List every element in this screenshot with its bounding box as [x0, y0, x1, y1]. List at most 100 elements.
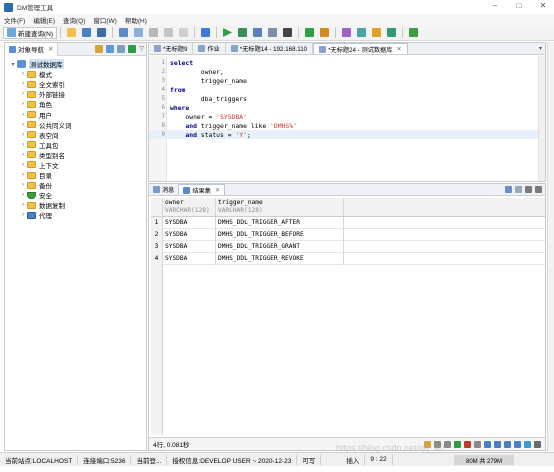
code-line[interactable]: 7 owner = 'SYSDBA' — [149, 112, 545, 121]
tab-object-navigator[interactable]: 对象导航 ✕ — [5, 42, 59, 56]
table-row[interactable]: 2 SYSDBA DMHS_DDL_TRIGGER_BEFORE — [151, 228, 545, 241]
chevron-right-icon[interactable]: › — [19, 182, 27, 188]
menu-window[interactable]: 窗口(W) — [89, 15, 120, 25]
view-menu-icon[interactable]: ▽ — [139, 45, 144, 53]
close-icon[interactable]: ✕ — [48, 45, 53, 53]
tree-item[interactable]: › 上下文 — [5, 160, 146, 170]
rollback-button[interactable] — [317, 27, 332, 39]
chevron-right-icon[interactable]: › — [19, 81, 27, 87]
chevron-right-icon[interactable]: › — [19, 122, 27, 128]
bug-button[interactable] — [406, 27, 421, 39]
tree-item[interactable]: › 安全 — [5, 190, 146, 200]
editor-scrollbar[interactable] — [538, 56, 545, 181]
sql-assist-button[interactable] — [339, 27, 354, 39]
column-header-owner[interactable]: owner VARCHAR(128) — [163, 198, 216, 216]
save-all-button[interactable] — [94, 27, 109, 39]
tree-item[interactable]: › 代理 — [5, 210, 146, 220]
refresh-icon[interactable] — [106, 45, 115, 53]
tree-item[interactable]: › 数据复制 — [5, 200, 146, 210]
chevron-right-icon[interactable]: › — [19, 172, 27, 178]
code-line[interactable]: 9 and status = 'Y'; — [149, 130, 545, 139]
menu-query[interactable]: 查询(Q) — [59, 15, 89, 25]
tree-item[interactable]: › 角色 — [5, 99, 146, 109]
tree-item[interactable]: › 表空间 — [5, 130, 146, 140]
chevron-right-icon[interactable]: › — [19, 112, 27, 118]
chevron-right-icon[interactable]: › — [19, 132, 27, 138]
cut-button[interactable] — [146, 27, 161, 39]
table-cell[interactable]: DMHS_DDL_TRIGGER_REVOKE — [216, 252, 344, 265]
commit-button[interactable] — [302, 27, 317, 39]
pin-icon[interactable] — [515, 186, 522, 193]
table-cell[interactable]: DMHS_DDL_TRIGGER_BEFORE — [216, 228, 344, 241]
tree-item[interactable]: › 全文索引 — [5, 79, 146, 89]
paste-button[interactable] — [176, 27, 191, 39]
chevron-right-icon[interactable]: › — [19, 162, 27, 168]
save-button[interactable] — [79, 27, 94, 39]
code-line[interactable]: 5 dba_triggers — [149, 94, 545, 103]
execute-selected-button[interactable] — [235, 27, 250, 39]
tree-item[interactable]: › 公共同义词 — [5, 120, 146, 130]
table-cell[interactable]: SYSDBA — [163, 240, 216, 253]
menu-file[interactable]: 文件(F) — [0, 15, 29, 25]
code-line[interactable]: 3 trigger_name — [149, 76, 545, 85]
table-cell[interactable]: SYSDBA — [163, 252, 216, 265]
editor-tab[interactable]: *无标题14 - 192.168.110 — [226, 43, 314, 54]
minimize-icon[interactable] — [525, 186, 532, 193]
table-cell[interactable]: SYSDBA — [163, 228, 216, 241]
edit-icon[interactable] — [117, 45, 126, 53]
chevron-right-icon[interactable]: › — [19, 192, 27, 198]
table-cell[interactable]: SYSDBA — [163, 216, 216, 229]
copy-button[interactable] — [161, 27, 176, 39]
wizard-button[interactable] — [369, 27, 384, 39]
previous-page-icon[interactable] — [494, 441, 501, 448]
memory-indicator[interactable]: 80M 共 279M — [454, 455, 514, 465]
debug-button[interactable] — [384, 27, 399, 39]
table-cell[interactable]: DMHS_DDL_TRIGGER_AFTER — [216, 216, 344, 229]
tree-item[interactable]: › 用户 — [5, 109, 146, 120]
editor-tab[interactable]: *无标题24 - 测试数据库 ✕ — [313, 43, 408, 54]
explain-button[interactable] — [250, 27, 265, 39]
code-line[interactable]: 1 select — [149, 58, 545, 67]
row-number[interactable]: 1 — [151, 216, 163, 229]
chevron-right-icon[interactable]: › — [19, 71, 27, 77]
stop-button[interactable] — [280, 27, 295, 39]
format-button[interactable] — [354, 27, 369, 39]
tree-item[interactable]: › 工具包 — [5, 140, 146, 150]
chevron-right-icon[interactable]: › — [19, 152, 27, 158]
row-number[interactable]: 3 — [151, 240, 163, 253]
export-icon[interactable] — [505, 186, 512, 193]
close-icon[interactable]: ✕ — [215, 187, 220, 194]
first-page-icon[interactable] — [484, 441, 491, 448]
chevron-right-icon[interactable]: › — [19, 91, 27, 97]
code-line[interactable]: 4 from — [149, 85, 545, 94]
next-page-icon[interactable] — [504, 441, 511, 448]
menu-edit[interactable]: 编辑(E) — [29, 15, 59, 25]
code-line[interactable]: 6 where — [149, 103, 545, 112]
filter-icon[interactable] — [524, 441, 531, 448]
row-number[interactable]: 2 — [151, 228, 163, 241]
new-query-button[interactable]: 新建查询(N) — [3, 26, 58, 39]
collapse-all-icon[interactable] — [128, 45, 137, 53]
undo-button[interactable] — [116, 27, 131, 39]
chevron-right-icon[interactable]: › — [19, 212, 27, 218]
menu-help[interactable]: 帮助(H) — [121, 15, 151, 25]
column-header-trigger-name[interactable]: trigger_name VARCHAR(128) — [216, 198, 344, 216]
tree-item[interactable]: › 备份 — [5, 180, 146, 190]
table-row[interactable]: 1 SYSDBA DMHS_DDL_TRIGGER_AFTER — [151, 216, 545, 229]
table-cell[interactable]: DMHS_DDL_TRIGGER_GRANT — [216, 240, 344, 253]
open-button[interactable] — [64, 27, 79, 39]
home-button[interactable] — [198, 27, 213, 39]
settings-icon[interactable] — [534, 441, 541, 448]
redo-button[interactable] — [131, 27, 146, 39]
chevron-down-icon[interactable]: ▾ — [9, 61, 17, 68]
pause-button[interactable] — [265, 27, 280, 39]
sql-editor[interactable]: 1 select 2 owner, 3 trigger_name 4 from 5 dba_… — [149, 56, 545, 181]
row-number[interactable]: 4 — [151, 252, 163, 265]
editor-tab[interactable]: *无标题9 — [149, 43, 194, 54]
refresh-icon[interactable] — [474, 441, 481, 448]
tab-result-set[interactable]: 结果集 ✕ — [178, 184, 226, 195]
tree-item[interactable]: › 目录 — [5, 170, 146, 180]
close-icon[interactable]: ✕ — [536, 1, 550, 10]
table-row[interactable]: 4 SYSDBA DMHS_DDL_TRIGGER_REVOKE — [151, 252, 545, 265]
code-line[interactable]: 8 and trigger_name like 'DMHS%' — [149, 121, 545, 130]
